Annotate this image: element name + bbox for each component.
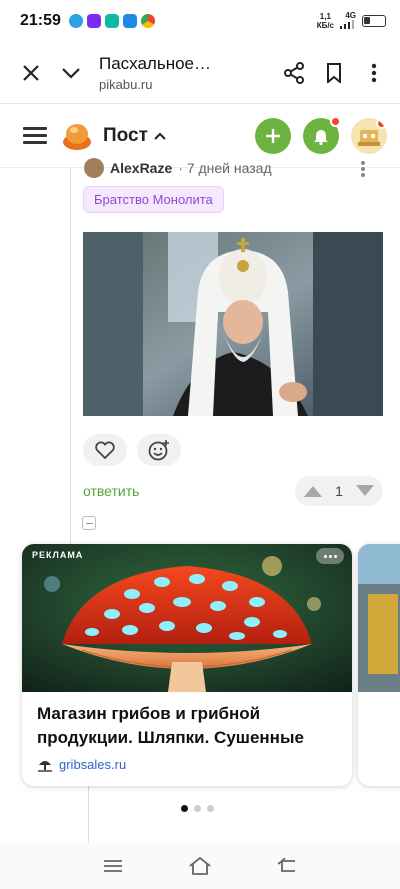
recents-icon[interactable]	[103, 859, 123, 873]
share-icon	[284, 61, 304, 84]
close-icon	[23, 64, 39, 81]
ad-card[interactable]: РЕКЛАМА Магазин грибов и грибной продукц…	[22, 544, 352, 786]
net-speed-unit: КБ/с	[316, 21, 334, 30]
status-app-icons	[68, 14, 155, 28]
author-avatar[interactable]	[84, 158, 104, 178]
pikabu-logo[interactable]	[61, 120, 93, 152]
comment-more-icon[interactable]	[360, 160, 366, 178]
page-title: Пасхальное…	[99, 53, 212, 73]
comment-rating: 1	[335, 483, 343, 499]
telegram-icon	[68, 14, 83, 28]
carousel-dot-3[interactable]	[207, 805, 214, 812]
app-icon-2	[122, 14, 137, 28]
carousel-dots	[181, 805, 214, 812]
ad-image[interactable]: РЕКЛАМА	[22, 544, 352, 692]
status-right: 1,1 КБ/с 4G	[317, 11, 386, 31]
network-type: 4G	[345, 11, 356, 20]
gribsales-logo-icon	[38, 761, 52, 772]
user-avatar[interactable]	[351, 117, 387, 154]
browser-toolbar: Пасхальное… pikabu.ru	[0, 42, 400, 104]
comment-image[interactable]	[83, 232, 383, 416]
comment-author[interactable]: AlexRaze	[110, 160, 172, 176]
plus-icon	[266, 128, 280, 143]
ad-label: РЕКЛАМА	[32, 550, 84, 560]
page-url: pikabu.ru	[99, 76, 153, 92]
collapse-button[interactable]	[51, 53, 91, 93]
notification-badge	[330, 115, 341, 127]
add-post-button[interactable]	[255, 117, 291, 154]
carousel-dot-2[interactable]	[194, 805, 201, 812]
menu-button[interactable]	[354, 53, 394, 93]
chevron-down-icon	[62, 67, 80, 79]
avatar-badge	[376, 117, 387, 129]
carousel-dot-1[interactable]	[181, 805, 188, 812]
signal-indicator: 4G	[340, 11, 356, 31]
bookmark-icon	[327, 62, 341, 83]
section-title[interactable]: Пост	[103, 125, 148, 147]
home-icon[interactable]	[188, 856, 212, 876]
close-button[interactable]	[11, 53, 51, 93]
back-icon[interactable]	[277, 858, 297, 874]
status-bar: 21:59 1,1 КБ/с 4G	[0, 0, 400, 42]
chevron-up-icon[interactable]	[154, 132, 166, 140]
community-tag[interactable]: Братство Монолита	[83, 186, 224, 213]
emoji-add-icon	[148, 440, 169, 461]
share-button[interactable]	[274, 53, 314, 93]
ozon-icon	[86, 14, 101, 28]
reply-link[interactable]: ответить	[83, 483, 139, 499]
ad-image-next	[358, 544, 400, 692]
signal-icon	[340, 20, 354, 29]
ad-domain: gribsales.ru	[59, 756, 127, 772]
net-speed-value: 1,1	[319, 12, 331, 21]
ad-domain-link[interactable]: gribsales.ru	[37, 756, 126, 772]
notifications-button[interactable]	[303, 115, 341, 154]
comment-time: · 7 дней назад	[178, 160, 272, 176]
vote-control: 1	[295, 476, 383, 506]
heart-icon	[95, 441, 115, 459]
battery-icon	[362, 15, 386, 27]
ad-title[interactable]: Магазин грибов и грибной продукции. Шляп…	[37, 702, 342, 750]
bookmark-button[interactable]	[314, 53, 354, 93]
thread-line	[70, 168, 71, 548]
comment-meta: AlexRaze · 7 дней назад	[84, 158, 272, 178]
ad-more-icon[interactable]	[316, 548, 344, 564]
page-title-block: Пасхальное… pikabu.ru	[99, 54, 274, 92]
more-vert-icon	[371, 63, 377, 82]
upvote-icon[interactable]	[303, 484, 323, 498]
ad-card-next[interactable]	[358, 544, 400, 786]
like-button[interactable]	[83, 434, 127, 466]
thread-line-lower	[88, 786, 89, 846]
add-reaction-button[interactable]	[137, 434, 181, 466]
downvote-icon[interactable]	[355, 484, 375, 498]
chrome-icon	[140, 14, 155, 28]
net-speed: 1,1 КБ/с	[317, 12, 334, 30]
system-nav-bar	[0, 843, 400, 889]
status-time: 21:59	[20, 12, 61, 29]
bell-icon	[314, 129, 328, 145]
collapse-thread-button[interactable]	[82, 516, 96, 530]
header-actions	[255, 115, 387, 154]
app-icon	[104, 14, 119, 28]
hamburger-menu-icon[interactable]	[23, 123, 47, 148]
